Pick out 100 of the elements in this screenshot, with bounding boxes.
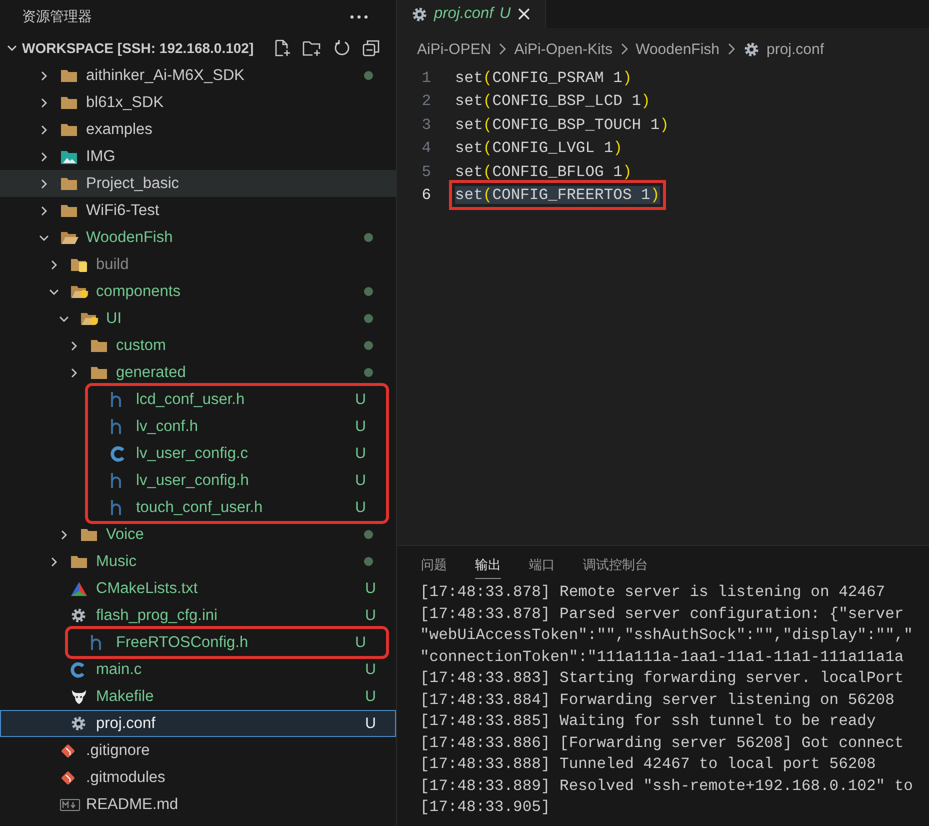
close-icon[interactable] bbox=[516, 7, 531, 21]
workspace-label[interactable]: WORKSPACE [SSH: 192.168.0.102] bbox=[22, 40, 254, 56]
explorer-title: 资源管理器 bbox=[22, 8, 92, 26]
tree-item[interactable]: generated bbox=[0, 359, 396, 386]
panel-tab[interactable]: 端口 bbox=[529, 556, 555, 579]
more-actions-icon[interactable] bbox=[350, 15, 368, 19]
file-name: Project_basic bbox=[86, 174, 180, 192]
file-name: components bbox=[96, 282, 180, 300]
gnu-head-icon bbox=[70, 688, 88, 705]
file-name: WoodenFish bbox=[86, 228, 173, 246]
git-status-label: U bbox=[365, 688, 376, 705]
file-name: README.md bbox=[86, 796, 178, 814]
tree-item[interactable]: lv_user_config.c U bbox=[88, 440, 386, 467]
folder-icon bbox=[70, 256, 89, 272]
tree-item[interactable]: Makefile U bbox=[0, 683, 396, 710]
line-number: 4 bbox=[420, 139, 432, 158]
file-name: .gitignore bbox=[86, 742, 150, 760]
output-line: [17:48:33.884] Forwarding server listening on 56208 bbox=[420, 690, 896, 710]
folder-icon bbox=[70, 554, 88, 569]
line-number: 6 bbox=[420, 186, 432, 204]
header-file-icon bbox=[90, 634, 102, 651]
tree-item[interactable]: CMakeLists.txt U bbox=[0, 575, 396, 602]
tree-item[interactable]: README.md bbox=[0, 791, 396, 818]
git-status-label: U bbox=[365, 661, 376, 678]
output-line: [17:48:33.883] Starting forwarding server. localPort bbox=[420, 668, 905, 689]
tree-item[interactable]: aithinker_Ai-M6X_SDK bbox=[0, 62, 396, 89]
breadcrumb-item[interactable]: WoodenFish bbox=[636, 40, 720, 58]
file-name: flash_prog_cfg.ini bbox=[96, 606, 218, 624]
folder-icon bbox=[60, 68, 78, 83]
collapse-all-icon[interactable] bbox=[362, 39, 380, 57]
tree-item[interactable]: .gitmodules bbox=[0, 764, 396, 791]
file-name: main.c bbox=[96, 660, 142, 678]
panel-tab[interactable]: 调试控制台 bbox=[583, 556, 648, 579]
git-status-label: U bbox=[355, 418, 366, 435]
markdown-icon bbox=[60, 798, 80, 810]
tree-item[interactable]: lv_user_config.h U bbox=[88, 467, 386, 494]
tree-item[interactable]: lv_conf.h U bbox=[88, 413, 386, 440]
file-name: proj.conf bbox=[96, 714, 156, 732]
header-file-icon bbox=[110, 418, 122, 435]
git-status-label: U bbox=[365, 607, 376, 624]
file-name: Voice bbox=[106, 526, 144, 544]
tree-item[interactable]: bl61x_SDK bbox=[0, 89, 396, 116]
tree-item[interactable]: .gitignore bbox=[0, 737, 396, 764]
open-folder-icon bbox=[60, 230, 79, 245]
new-folder-icon[interactable] bbox=[302, 39, 322, 57]
breadcrumb-item[interactable]: proj.conf bbox=[766, 40, 824, 58]
tree-item[interactable]: lcd_conf_user.h U bbox=[88, 386, 386, 413]
folder-icon bbox=[90, 338, 108, 353]
output-line: "connectionToken":"111a111a-1aa1-11a1-11a1-111a11a1a bbox=[420, 646, 905, 668]
file-name: examples bbox=[86, 120, 152, 138]
panel-tab[interactable]: 问题 bbox=[421, 556, 447, 579]
folder-icon bbox=[60, 122, 78, 137]
tree-item[interactable]: main.c U bbox=[0, 656, 396, 683]
tree-item[interactable]: Project_basic bbox=[0, 170, 396, 197]
tree-item[interactable]: custom bbox=[0, 332, 396, 359]
line-number: 5 bbox=[420, 162, 432, 181]
file-name: lv_user_config.c bbox=[136, 444, 248, 462]
file-name: Makefile bbox=[96, 688, 154, 706]
file-name: lv_user_config.h bbox=[136, 472, 249, 490]
tree-item[interactable]: build bbox=[0, 251, 396, 278]
tree-item[interactable]: flash_prog_cfg.ini U bbox=[0, 602, 396, 629]
new-file-icon[interactable] bbox=[273, 39, 291, 57]
c-file-icon bbox=[70, 662, 86, 678]
tree-item[interactable]: FreeRTOSConfig.h U bbox=[68, 629, 386, 656]
gear-icon bbox=[70, 607, 87, 624]
tree-item[interactable]: Music bbox=[0, 548, 396, 575]
tree-item[interactable]: WiFi6-Test bbox=[0, 197, 396, 224]
tree-item[interactable]: Voice bbox=[0, 521, 396, 548]
panel-tab[interactable]: 输出 bbox=[475, 556, 501, 579]
header-file-icon bbox=[110, 391, 122, 408]
code-line: set(CONFIG_BSP_TOUCH 1) bbox=[455, 116, 669, 134]
file-name: .gitmodules bbox=[86, 768, 166, 786]
header-file-icon bbox=[110, 472, 122, 489]
breadcrumb-item[interactable]: AiPi-OPEN bbox=[417, 40, 492, 58]
code-line: set(CONFIG_BFLOG 1) bbox=[455, 162, 632, 181]
output-line: [17:48:33.886] [Forwarding server 56208] Got connect bbox=[420, 732, 905, 754]
file-name: Music bbox=[96, 552, 136, 570]
output-line: [17:48:33.878] Remote server is listening on 42467 bbox=[420, 582, 886, 603]
tree-item[interactable]: examples bbox=[0, 116, 396, 143]
tree-item[interactable]: IMG bbox=[0, 143, 396, 170]
git-status-label: U bbox=[355, 472, 366, 489]
refresh-icon[interactable] bbox=[333, 39, 351, 57]
tree-item[interactable]: UI bbox=[0, 305, 396, 332]
tree-item[interactable]: components bbox=[0, 278, 396, 305]
tree-item[interactable]: WoodenFish bbox=[0, 224, 396, 251]
folder-icon bbox=[90, 365, 108, 380]
code-line: set(CONFIG_BSP_LCD 1) bbox=[455, 92, 650, 110]
tree-item[interactable]: touch_conf_user.h U bbox=[88, 494, 386, 521]
output-line: [17:48:33.888] Tunneled 42467 to local port 56208 bbox=[420, 754, 877, 775]
folder-icon bbox=[60, 95, 78, 110]
file-name: build bbox=[96, 256, 129, 274]
output-line: "webUiAccessToken":"","sshAuthSock":"","display":""," bbox=[420, 625, 914, 646]
file-name: IMG bbox=[86, 148, 116, 166]
tree-item[interactable]: proj.conf U bbox=[0, 710, 396, 737]
code-line: set(CONFIG_LVGL 1) bbox=[455, 139, 622, 158]
output-line: [17:48:33.889] Resolved "ssh-remote+192.168.0.102" to bbox=[420, 776, 914, 796]
folder-icon bbox=[80, 527, 98, 542]
breadcrumb-item[interactable]: AiPi-Open-Kits bbox=[514, 40, 613, 58]
chevron-icon bbox=[726, 43, 736, 55]
editor-tab[interactable]: proj.conf U bbox=[397, 0, 546, 28]
